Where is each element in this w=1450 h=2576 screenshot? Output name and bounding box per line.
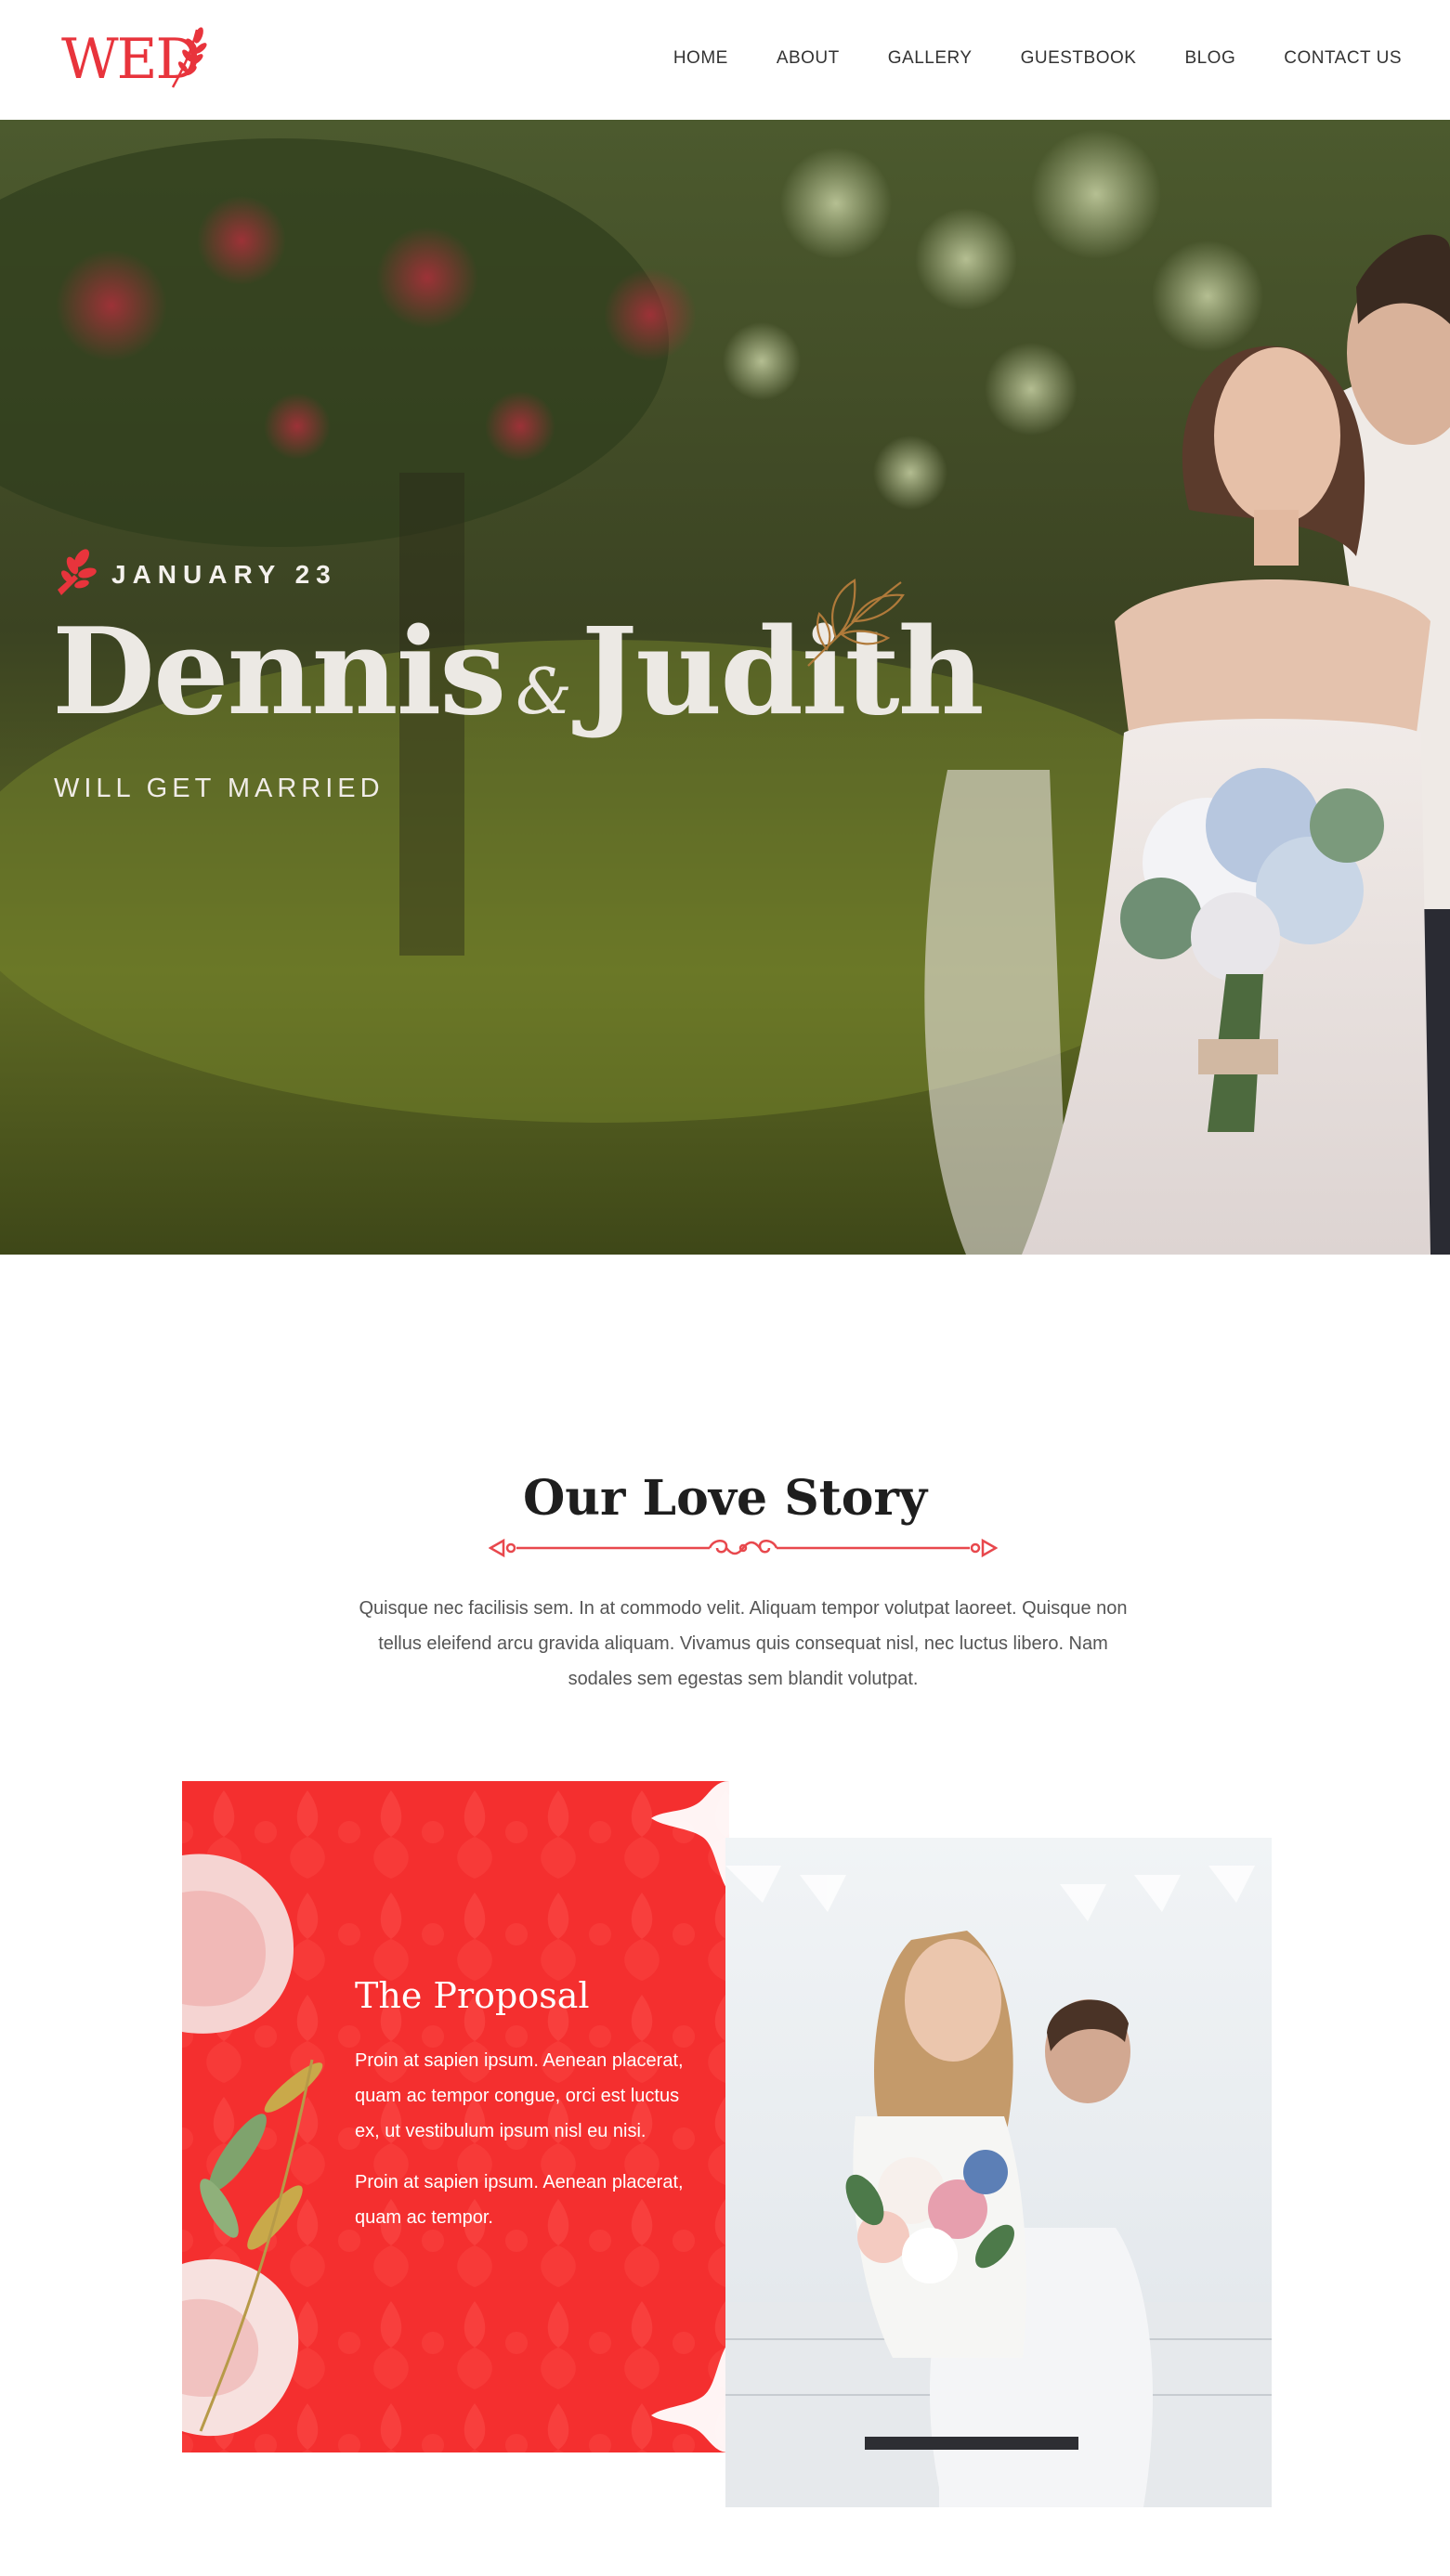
proposal-title: The Proposal — [355, 1975, 590, 2016]
proposal-photo — [725, 1838, 1272, 2507]
ornament-divider-icon — [489, 1538, 998, 1558]
couple-embrace-photo — [725, 1838, 1272, 2507]
nav-home[interactable]: HOME — [673, 48, 728, 69]
leaf-emblem-icon — [58, 549, 97, 595]
hero-section: JANUARY 23 Dennis &Judith WILL GET MARRIE… — [0, 120, 1450, 1255]
love-story-intro: Quisque nec facilisis sem. In at commodo… — [359, 1598, 1128, 1689]
nav-about[interactable]: ABOUT — [777, 48, 840, 69]
hero-name-first: Dennis — [52, 603, 506, 742]
proposal-paragraph-1: Proin at sapien ipsum. Aenean placerat, … — [355, 2050, 684, 2141]
hero-subtitle: WILL GET MARRIED — [54, 774, 385, 803]
nav-guestbook[interactable]: GUESTBOOK — [1021, 48, 1137, 69]
hero-ampersand: & — [516, 656, 572, 729]
logo[interactable]: WED — [61, 26, 210, 93]
hero-name-second: Judith — [581, 603, 985, 742]
nav-contact-us[interactable]: CONTACT US — [1284, 48, 1402, 69]
main-nav: HOME ABOUT GALLERY GUESTBOOK BLOG CONTAC… — [673, 48, 1402, 69]
wheat-leaf-icon — [171, 27, 207, 88]
hero-date-row: JANUARY 23 — [54, 549, 337, 601]
proposal-paragraph-2: Proin at sapien ipsum. Aenean placerat, … — [355, 2172, 684, 2228]
leaf-outline-icon — [807, 579, 905, 667]
hero-date: JANUARY 23 — [111, 560, 337, 589]
nav-gallery[interactable]: GALLERY — [888, 48, 973, 69]
nav-blog[interactable]: BLOG — [1184, 48, 1235, 69]
site-header: WED HOME ABOUT GALLERY GUESTBOOK BLOG CO… — [0, 0, 1450, 120]
love-story-title: Our Love Story — [522, 1470, 928, 1527]
